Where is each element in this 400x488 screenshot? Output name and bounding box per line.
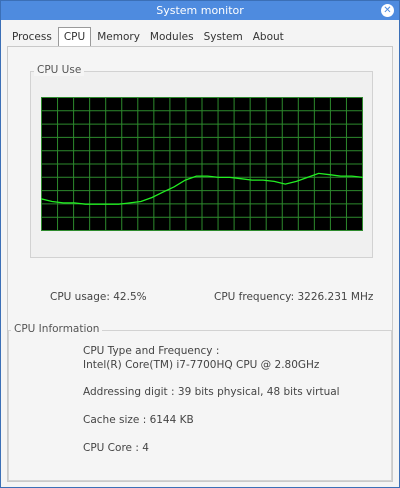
window-title: System monitor bbox=[156, 4, 244, 17]
tab-modules[interactable]: Modules bbox=[145, 29, 199, 46]
cpu-type-label: CPU Type and Frequency : bbox=[83, 345, 220, 357]
tab-memory[interactable]: Memory bbox=[92, 29, 145, 46]
tab-cpu[interactable]: CPU bbox=[57, 27, 92, 46]
system-monitor-window: System monitor ✕ Process CPU Memory Modu… bbox=[0, 0, 400, 488]
tab-process[interactable]: Process bbox=[7, 29, 57, 46]
cpu-usage-label: CPU usage: 42.5% bbox=[50, 291, 147, 303]
tab-system[interactable]: System bbox=[199, 29, 248, 46]
close-button[interactable]: ✕ bbox=[381, 4, 394, 17]
close-icon: ✕ bbox=[383, 5, 392, 16]
cpu-use-title: CPU Use bbox=[34, 64, 85, 76]
cpu-usage-graph bbox=[41, 97, 363, 231]
title-bar: System monitor ✕ bbox=[1, 1, 399, 20]
cpu-type-value: Intel(R) Core(TM) i7-7700HQ CPU @ 2.80GH… bbox=[83, 359, 320, 371]
graph-grid bbox=[41, 97, 363, 231]
tab-bar: Process CPU Memory Modules System About bbox=[7, 27, 289, 46]
tab-about[interactable]: About bbox=[248, 29, 289, 46]
cache-size: Cache size : 6144 KB bbox=[83, 414, 194, 426]
addressing-digit: Addressing digit : 39 bits physical, 48 … bbox=[83, 386, 340, 398]
cpu-core-count: CPU Core : 4 bbox=[83, 442, 149, 454]
cpu-frequency-label: CPU frequency: 3226.231 MHz bbox=[214, 291, 374, 303]
